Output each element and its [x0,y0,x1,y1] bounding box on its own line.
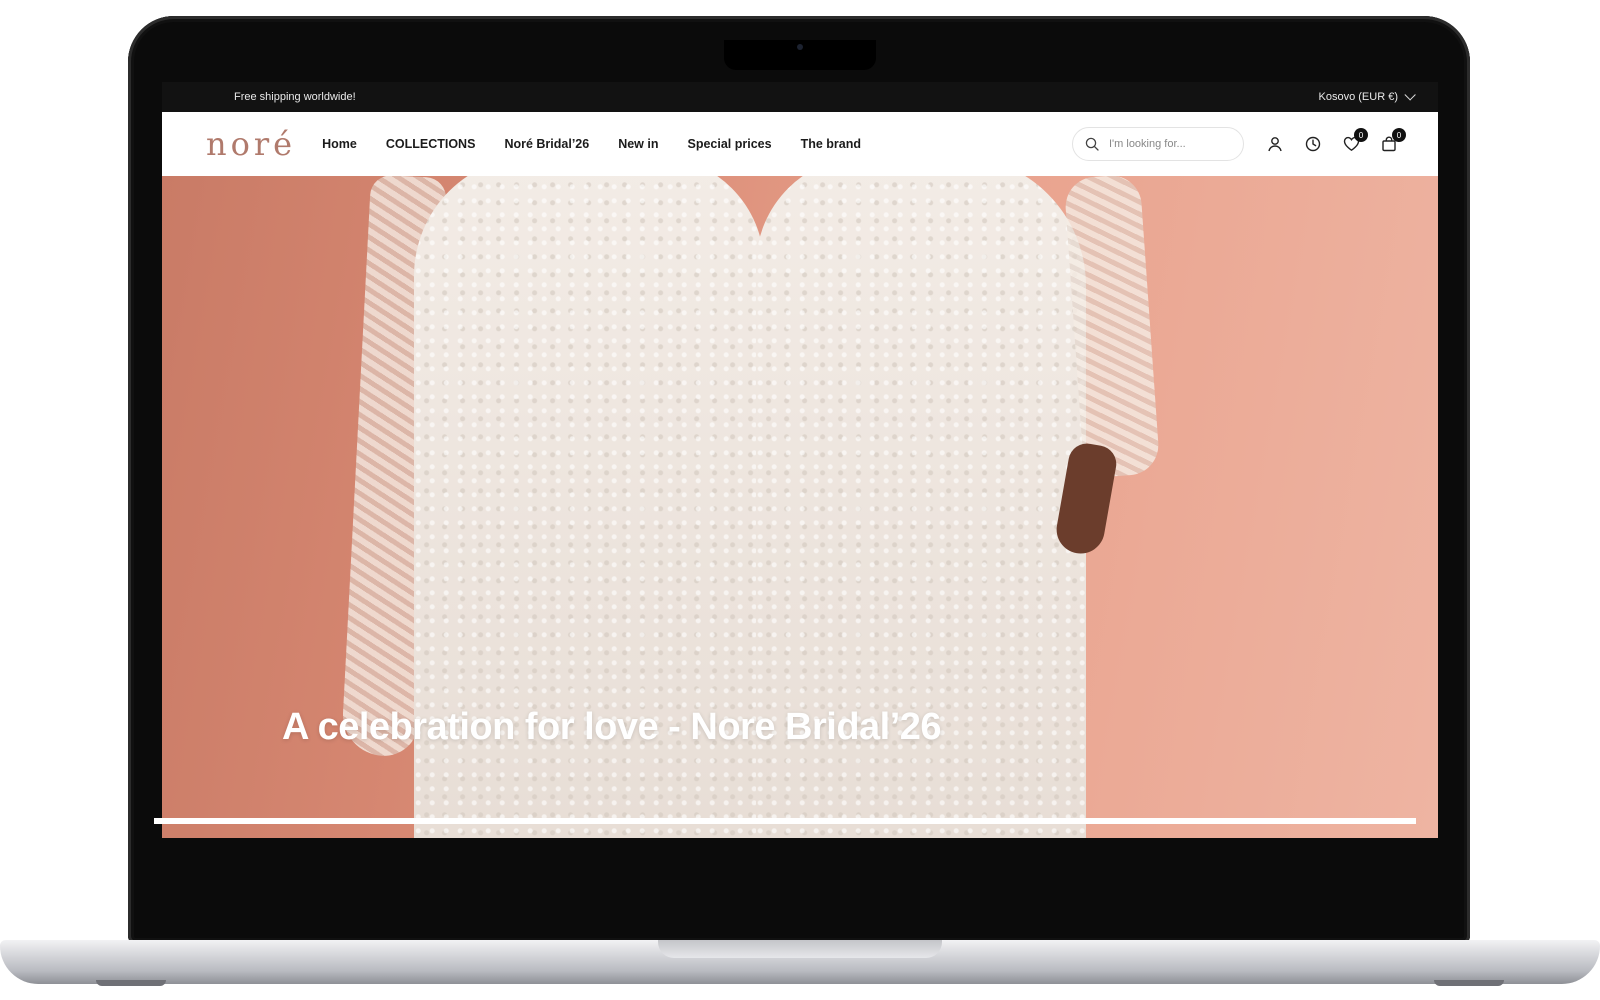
main-header: noré Home COLLECTIONS Noré Bridal’26 New… [162,112,1438,176]
menu-item-collections[interactable]: COLLECTIONS [386,137,476,151]
region-selector[interactable]: Kosovo (EUR €) [1318,89,1416,103]
screen-bottom-strip [154,818,1416,824]
clock-icon [1305,136,1321,152]
header-icons: 0 0 [1266,128,1406,153]
wishlist-count-badge: 0 [1354,128,1368,142]
menu-item-new-in[interactable]: New in [618,137,658,151]
laptop-foot-right [1434,980,1504,986]
recently-viewed-button[interactable] [1304,135,1322,153]
hero-title: A celebration for love - Nore Bridal’26 [282,706,942,748]
announcement-text: Free shipping worldwide! [234,91,356,103]
laptop-opening-groove [658,940,942,958]
laptop-foot-left [96,980,166,986]
cart-button[interactable]: 0 [1380,128,1406,153]
search-box[interactable] [1072,127,1244,161]
cart-count-badge: 0 [1392,128,1406,142]
menu-item-special-prices[interactable]: Special prices [688,137,772,151]
announcement-bar: Free shipping worldwide! Kosovo (EUR €) [162,82,1438,112]
chevron-down-icon [1404,89,1416,101]
brand-logo[interactable]: noré [206,125,296,163]
region-label: Kosovo (EUR €) [1318,91,1398,103]
search-icon [1085,137,1099,151]
main-menu: Home COLLECTIONS Noré Bridal’26 New in S… [322,137,861,151]
search-input[interactable] [1107,137,1231,151]
camera-icon [797,44,803,50]
menu-item-bridal[interactable]: Noré Bridal’26 [504,137,589,151]
menu-item-the-brand[interactable]: The brand [801,137,861,151]
browser-screen: Free shipping worldwide! Kosovo (EUR €) … [162,82,1438,838]
menu-item-home[interactable]: Home [322,137,357,151]
hero-banner[interactable]: A celebration for love - Nore Bridal’26 [162,176,1438,838]
user-icon [1268,137,1282,152]
wishlist-button[interactable]: 0 [1342,128,1368,153]
account-button[interactable] [1266,135,1284,153]
